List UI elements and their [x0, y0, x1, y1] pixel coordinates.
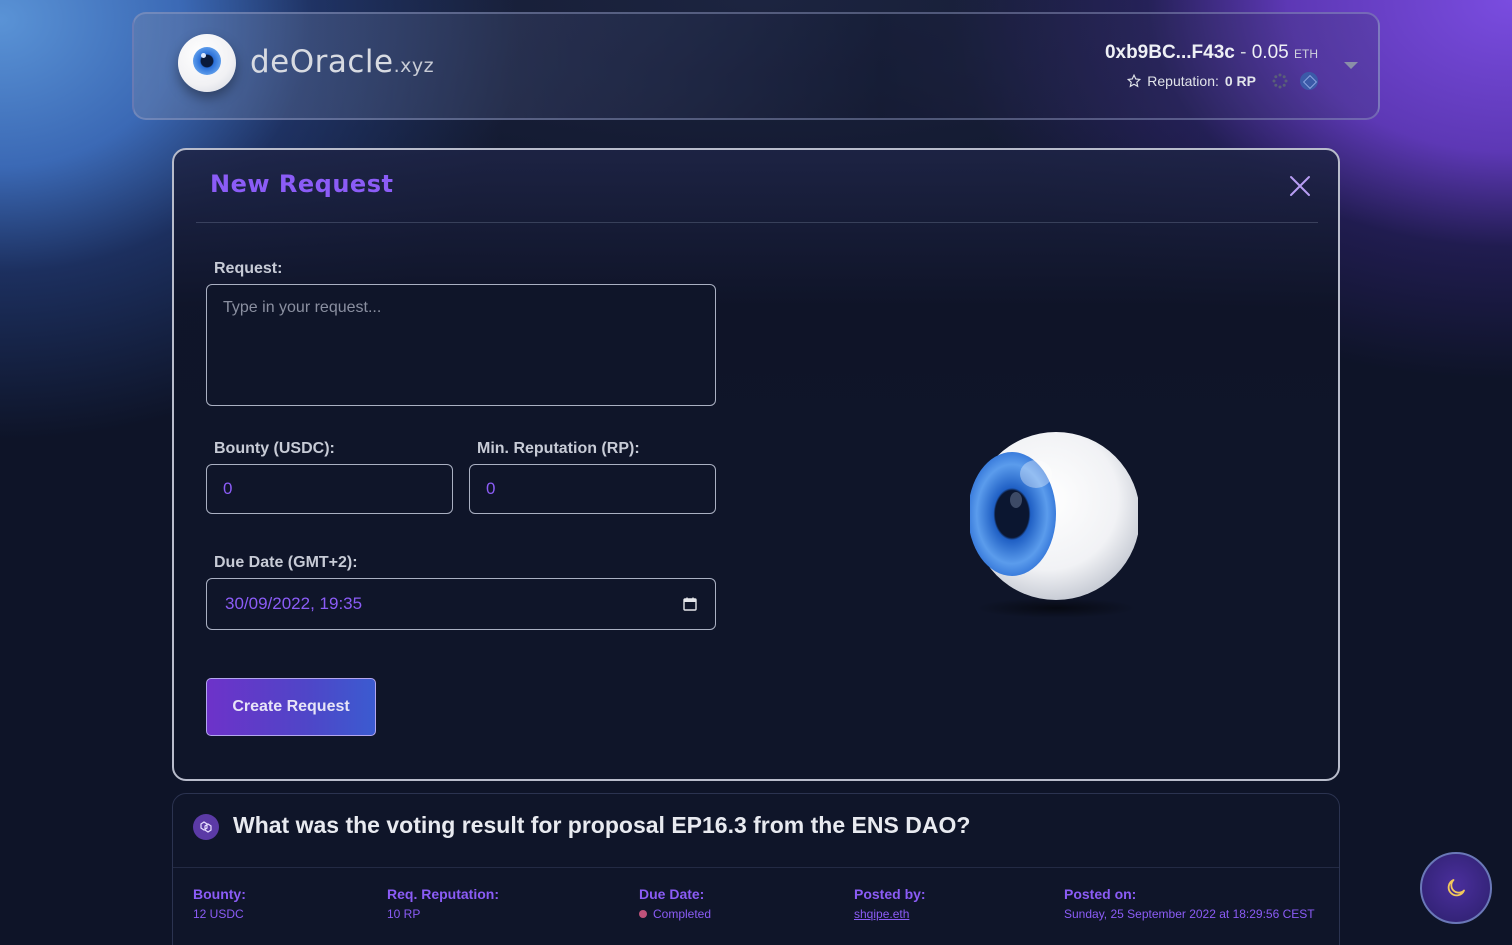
request-label: Request: [214, 260, 283, 277]
req-reputation-value: 10 RP [387, 907, 421, 921]
brand-name: deOracle [250, 44, 394, 80]
calendar-icon[interactable] [683, 597, 697, 611]
network-chain-icon[interactable] [1300, 72, 1318, 90]
meta-req-reputation: Req. Reputation: 10 RP [387, 886, 499, 921]
create-request-button[interactable]: Create Request [206, 678, 376, 736]
status-text: Completed [653, 907, 712, 921]
meta-bounty: Bounty: 12 USDC [193, 886, 246, 921]
eyeball-illustration [970, 432, 1138, 618]
meta-posted-on: Posted on: Sunday, 25 September 2022 at … [1064, 886, 1315, 921]
wallet-separator: - [1234, 42, 1252, 63]
req-reputation-key: Req. Reputation: [387, 886, 499, 902]
bounty-input[interactable] [206, 464, 453, 514]
close-icon[interactable] [1288, 174, 1312, 198]
posted-on-value: Sunday, 25 September 2022 at 18:29:56 CE… [1064, 907, 1315, 921]
card-divider [173, 867, 1339, 868]
reputation-label: Reputation: [1147, 73, 1219, 89]
panel-divider [196, 222, 1318, 223]
posted-on-key: Posted on: [1064, 886, 1137, 902]
due-date-input[interactable]: 30/09/2022, 19:35 [206, 578, 716, 630]
status-badge: Completed [639, 907, 711, 921]
theme-toggle-button[interactable] [1420, 852, 1492, 924]
bounty-value: 12 USDC [193, 907, 244, 921]
eye-logo-icon[interactable] [178, 34, 236, 92]
posted-by-link[interactable]: shqipe.eth [854, 907, 926, 921]
brand-logo[interactable]: deOracle.xyz [250, 44, 434, 80]
polygon-chain-icon [193, 814, 219, 840]
wallet-unit: ETH [1294, 47, 1318, 61]
meta-due-date: Due Date: Completed [639, 886, 711, 921]
moon-icon [1447, 879, 1465, 897]
request-card[interactable]: What was the voting result for proposal … [172, 793, 1340, 945]
bounty-key: Bounty: [193, 886, 246, 902]
new-request-panel: New Request Request: Bounty (USDC): Min.… [172, 148, 1340, 781]
loading-spinner-icon [1272, 73, 1288, 89]
panel-title: New Request [210, 170, 394, 198]
wallet-balance: 0.05 [1251, 42, 1289, 63]
top-navbar: deOracle.xyz 0xb9BC...F43c - 0.05 ETH Re… [132, 12, 1380, 120]
star-icon [1127, 74, 1142, 88]
reputation-value: 0 RP [1224, 73, 1256, 89]
request-question[interactable]: What was the voting result for proposal … [233, 812, 970, 839]
status-dot-icon [639, 910, 647, 918]
bounty-label: Bounty (USDC): [214, 440, 335, 457]
min-reputation-label: Min. Reputation (RP): [477, 440, 640, 457]
chevron-down-icon[interactable] [1344, 62, 1358, 69]
due-date-key: Due Date: [639, 886, 705, 902]
request-textarea[interactable] [206, 284, 716, 406]
wallet-address: 0xb9BC...F43c [1104, 42, 1235, 63]
due-date-value: 30/09/2022, 19:35 [225, 594, 363, 613]
wallet-info[interactable]: 0xb9BC...F43c - 0.05 ETH Reputation: 0 R… [1105, 42, 1318, 90]
posted-by-key: Posted by: [854, 886, 926, 902]
due-date-label: Due Date (GMT+2): [214, 554, 358, 571]
min-reputation-input[interactable] [469, 464, 716, 514]
brand-tld: .xyz [393, 55, 435, 77]
meta-posted-by: Posted by: shqipe.eth [854, 886, 926, 921]
